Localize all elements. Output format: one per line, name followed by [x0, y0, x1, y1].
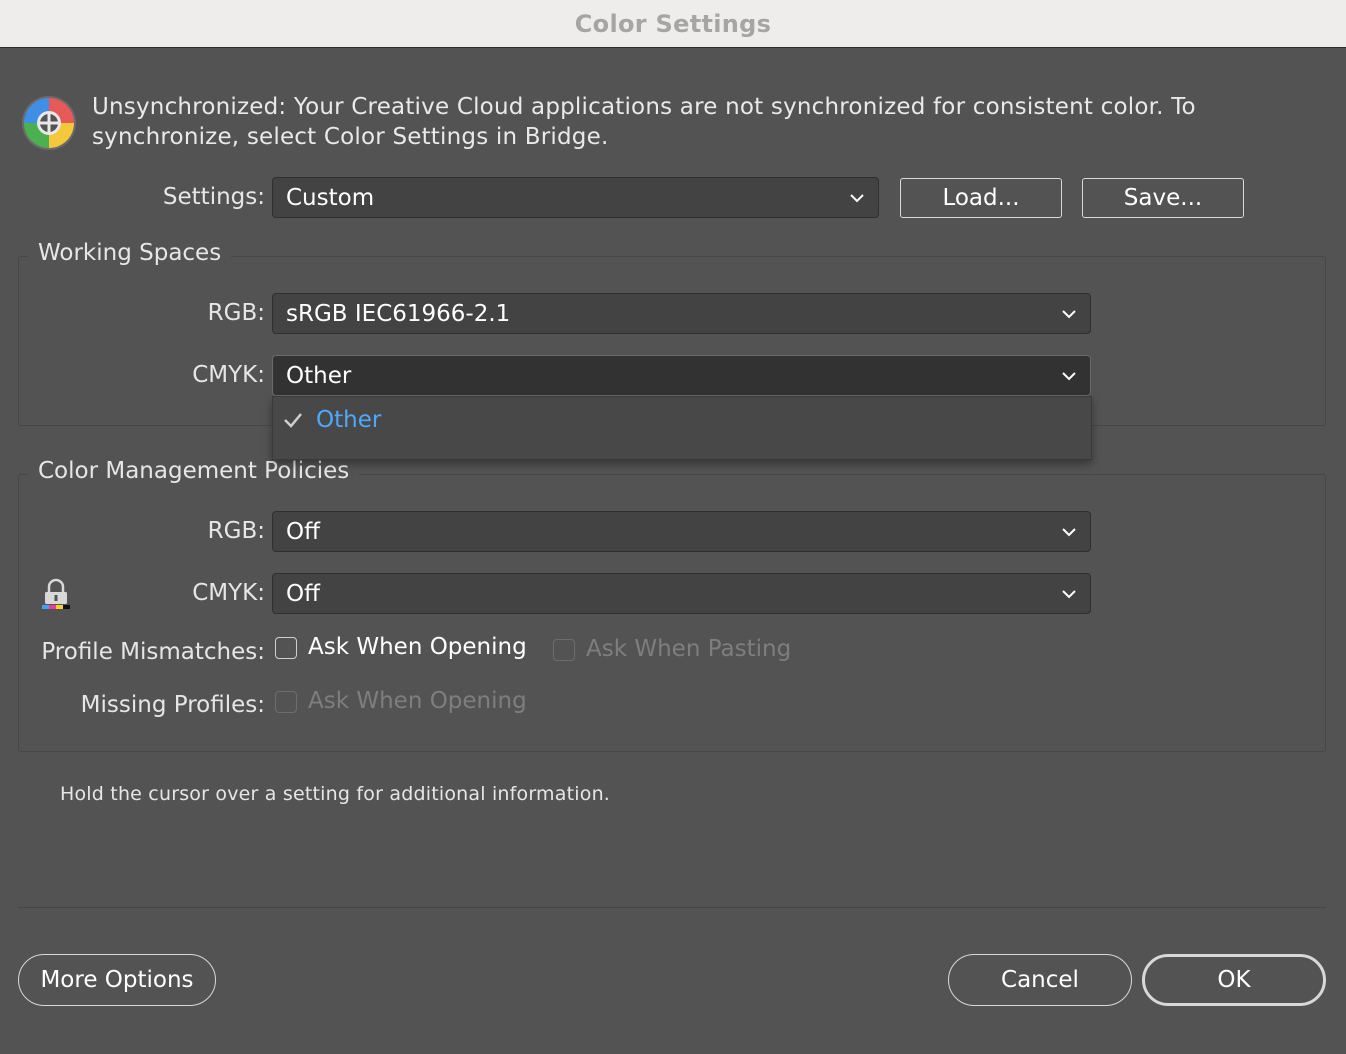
- ws-cmyk-label: CMYK:: [192, 362, 265, 388]
- policy-rgb-label: RGB:: [207, 518, 265, 544]
- checkmark-icon: [284, 413, 302, 428]
- info-text: Hold the cursor over a setting for addit…: [60, 783, 611, 805]
- chevron-down-icon: [1062, 589, 1076, 598]
- lock-icon: [40, 578, 72, 612]
- policy-rgb-select[interactable]: Off: [272, 511, 1091, 552]
- settings-select[interactable]: Custom: [272, 177, 879, 218]
- mismatch-ask-pasting-label[interactable]: Ask When Pasting: [586, 636, 791, 662]
- more-options-button[interactable]: More Options: [18, 954, 216, 1006]
- ws-rgb-select[interactable]: sRGB IEC61966-2.1: [272, 293, 1091, 334]
- chevron-down-icon: [1062, 527, 1076, 536]
- ws-cmyk-select[interactable]: Other: [272, 355, 1091, 396]
- ws-cmyk-select-value: Other: [286, 362, 352, 389]
- missing-profiles-label: Missing Profiles:: [80, 692, 265, 718]
- sync-status-message: Unsynchronized: Your Creative Cloud appl…: [92, 94, 1196, 150]
- mismatch-ask-opening-checkbox[interactable]: [275, 637, 297, 659]
- missing-ask-opening-label[interactable]: Ask When Opening: [308, 688, 527, 714]
- mismatch-ask-opening-label[interactable]: Ask When Opening: [308, 634, 527, 660]
- mismatch-ask-pasting-checkbox[interactable]: [553, 639, 575, 661]
- color-wheel-icon: [20, 94, 78, 152]
- load-button[interactable]: Load...: [900, 178, 1062, 218]
- chevron-down-icon: [1062, 309, 1076, 318]
- policy-cmyk-select[interactable]: Off: [272, 573, 1091, 614]
- policies-title: Color Management Policies: [28, 458, 360, 484]
- chevron-down-icon: [850, 193, 864, 202]
- window-title: Color Settings: [574, 9, 772, 38]
- footer-divider: [18, 907, 1326, 908]
- ws-rgb-select-value: sRGB IEC61966-2.1: [286, 300, 511, 327]
- window-titlebar: Color Settings: [0, 0, 1346, 48]
- settings-label: Settings:: [162, 184, 265, 210]
- policy-cmyk-select-value: Off: [286, 580, 320, 607]
- cmyk-menu-item-other[interactable]: Other: [273, 397, 1091, 443]
- profile-mismatches-label: Profile Mismatches:: [41, 639, 265, 665]
- ws-rgb-label: RGB:: [207, 300, 265, 326]
- cancel-button[interactable]: Cancel: [948, 954, 1132, 1006]
- ok-button[interactable]: OK: [1142, 954, 1326, 1006]
- missing-ask-opening-checkbox[interactable]: [275, 691, 297, 713]
- cmyk-dropdown-menu: Other: [272, 396, 1092, 460]
- policy-cmyk-label: CMYK:: [192, 580, 265, 606]
- save-button[interactable]: Save...: [1082, 178, 1244, 218]
- settings-select-value: Custom: [286, 184, 375, 211]
- cmyk-menu-item-label: Other: [316, 407, 382, 433]
- chevron-down-icon: [1062, 371, 1076, 380]
- policy-rgb-select-value: Off: [286, 518, 320, 545]
- working-spaces-title: Working Spaces: [28, 240, 232, 266]
